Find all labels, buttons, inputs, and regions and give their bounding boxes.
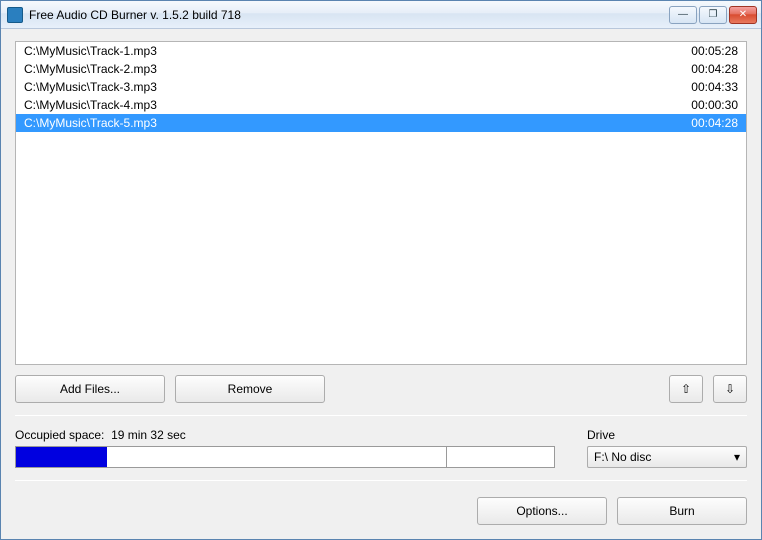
track-row[interactable]: C:\MyMusic\Track-1.mp3 00:05:28 <box>16 42 746 60</box>
track-duration: 00:04:28 <box>691 115 738 131</box>
arrow-up-icon: ⇧ <box>681 382 691 396</box>
content-area: C:\MyMusic\Track-1.mp300:05:28C:\MyMusic… <box>1 29 761 539</box>
drive-label: Drive <box>587 428 747 442</box>
track-duration: 00:00:30 <box>691 97 738 113</box>
separator-2 <box>15 480 747 481</box>
app-window: Free Audio CD Burner v. 1.5.2 build 718 … <box>0 0 762 540</box>
track-path: C:\MyMusic\Track-1.mp3 <box>24 43 157 59</box>
remove-button[interactable]: Remove <box>175 375 325 403</box>
track-row[interactable]: C:\MyMusic\Track-5.mp3 00:04:28 <box>16 114 746 132</box>
track-list[interactable]: C:\MyMusic\Track-1.mp300:05:28C:\MyMusic… <box>15 41 747 365</box>
file-buttons-row: Add Files... Remove ⇧ ⇩ <box>15 375 747 403</box>
separator-1 <box>15 415 747 416</box>
occupied-space-value: 19 min 32 sec <box>111 428 186 442</box>
move-down-button[interactable]: ⇩ <box>713 375 747 403</box>
drive-selected-value: F:\ No disc <box>594 450 651 464</box>
track-duration: 00:04:28 <box>691 61 738 77</box>
disc-space-progress <box>15 446 555 468</box>
occupied-space-label: Occupied space: 19 min 32 sec <box>15 428 571 442</box>
close-button[interactable]: ✕ <box>729 6 757 24</box>
drive-select[interactable]: F:\ No disc ▾ <box>587 446 747 468</box>
chevron-down-icon: ▾ <box>734 450 740 464</box>
move-up-button[interactable]: ⇧ <box>669 375 703 403</box>
status-row: Occupied space: 19 min 32 sec Drive F:\ … <box>15 428 747 468</box>
arrow-down-icon: ⇩ <box>725 382 735 396</box>
minimize-button[interactable]: — <box>669 6 697 24</box>
track-row[interactable]: C:\MyMusic\Track-4.mp3 00:00:30 <box>16 96 746 114</box>
track-duration: 00:05:28 <box>691 43 738 59</box>
add-files-button[interactable]: Add Files... <box>15 375 165 403</box>
track-row[interactable]: C:\MyMusic\Track-3.mp3 00:04:33 <box>16 78 746 96</box>
window-title: Free Audio CD Burner v. 1.5.2 build 718 <box>29 8 669 22</box>
track-path: C:\MyMusic\Track-3.mp3 <box>24 79 157 95</box>
track-duration: 00:04:33 <box>691 79 738 95</box>
app-icon <box>7 7 23 23</box>
maximize-button[interactable]: ❐ <box>699 6 727 24</box>
progress-tick <box>446 447 447 467</box>
track-path: C:\MyMusic\Track-2.mp3 <box>24 61 157 77</box>
track-row[interactable]: C:\MyMusic\Track-2.mp3 00:04:28 <box>16 60 746 78</box>
titlebar[interactable]: Free Audio CD Burner v. 1.5.2 build 718 … <box>1 1 761 29</box>
options-button[interactable]: Options... <box>477 497 607 525</box>
track-path: C:\MyMusic\Track-5.mp3 <box>24 115 157 131</box>
bottom-buttons-row: Options... Burn <box>15 497 747 525</box>
progress-fill <box>16 447 107 467</box>
burn-button[interactable]: Burn <box>617 497 747 525</box>
window-buttons: — ❐ ✕ <box>669 6 757 24</box>
track-path: C:\MyMusic\Track-4.mp3 <box>24 97 157 113</box>
